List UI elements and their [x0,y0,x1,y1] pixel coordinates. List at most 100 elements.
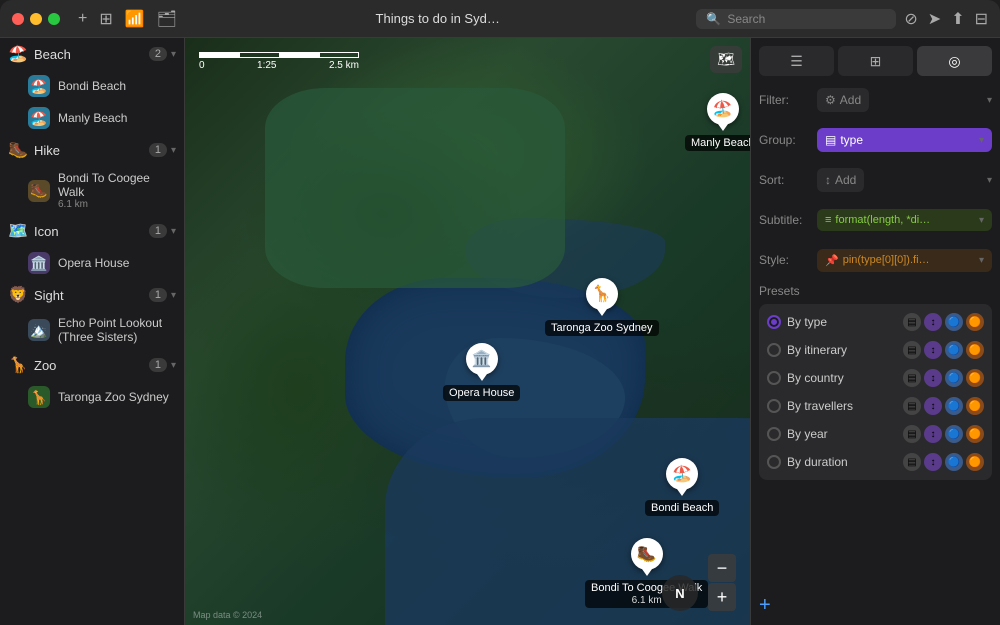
preset-trav-3: 🔵 [945,397,963,415]
map-view-toggle[interactable]: 🗺 [710,46,742,73]
minimize-button[interactable] [30,13,42,25]
maximize-button[interactable] [48,13,60,25]
preset-icon-4: 🟠 [966,313,984,331]
preset-radio-travellers [767,399,781,413]
group-row: Group: ▤ type ▾ [759,124,992,156]
right-panel: ☰ ⊞ ◎ Filter: ⚙ Add ▾ Group: [750,38,1000,625]
send-icon[interactable]: ➤ [928,9,941,29]
sidebar-group-sight[interactable]: 🦁 Sight 1 ▾ [0,279,184,311]
preset-by-travellers[interactable]: By travellers ▤ ↕ 🔵 🟠 [763,392,988,420]
preset-by-type[interactable]: By type ▤ ↕ 🔵 🟠 [763,308,988,336]
taronga-pin-bubble: 🦒 [586,278,618,310]
preset-type-label: By type [787,315,897,329]
group-control[interactable]: ▤ type ▾ [817,128,992,152]
preset-yr-4: 🟠 [966,425,984,443]
bondi-beach-pin[interactable]: 🏖️ Bondi Beach [645,458,719,516]
table-tab-icon: ⊞ [870,53,882,70]
preset-year-label: By year [787,427,897,441]
compass[interactable]: N [662,575,698,611]
filter-label: Filter: [759,93,817,107]
sidebar-item-bondi-coogee[interactable]: 🥾 Bondi To Coogee Walk 6.1 km [0,166,184,215]
panel-content: Filter: ⚙ Add ▾ Group: ▤ type ▾ Sort: [751,76,1000,586]
sidebar-item-opera-house[interactable]: 🏛️ Opera House [0,247,184,279]
manly-beach-pin-bubble: 🏖️ [707,93,739,125]
preset-yr-1: ▤ [903,425,921,443]
style-chevron-icon: ▾ [979,255,984,266]
map-area[interactable]: 0 1:25 2.5 km 🗺 🏖️ Manly Beach 🦒 Taronga… [185,38,750,625]
block-icon[interactable]: ⊘ [904,9,917,29]
hike-group-icon: 🥾 [8,140,28,160]
filter-add-button[interactable]: ⚙ Add [817,88,869,112]
group-control-icon: ▤ [825,133,836,147]
bondi-beach-label: Bondi Beach [58,79,126,93]
style-value: pin(type[0][0]).fi… [843,254,930,266]
tabs-icon[interactable]: ⊞ [99,9,112,29]
preset-yr-3: 🔵 [945,425,963,443]
beach-chevron-icon: ▾ [171,49,176,60]
sight-chevron-icon: ▾ [171,290,176,301]
sidebar-item-bondi-beach[interactable]: 🏖️ Bondi Beach [0,70,184,102]
panel-tab-settings[interactable]: ◎ [917,46,992,76]
preset-itinerary-label: By itinerary [787,343,897,357]
preset-radio-year [767,427,781,441]
preset-iter-3: 🔵 [945,341,963,359]
add-preset-button[interactable]: + [751,586,1000,625]
icon-chevron-icon: ▾ [171,226,176,237]
preset-trav-2: ↕ [924,397,942,415]
style-control[interactable]: 📌 pin(type[0][0]).fi… ▾ [817,249,992,272]
preset-icon-1: ▤ [903,313,921,331]
manly-beach-pin-label: Manly Beach [685,135,750,151]
zoom-in-button[interactable]: + [708,583,736,611]
panel-tab-list[interactable]: ☰ [759,46,834,76]
icon-group-icon: 🗺️ [8,221,28,241]
sidebar-group-hike[interactable]: 🥾 Hike 1 ▾ [0,134,184,166]
preset-dur-4: 🟠 [966,453,984,471]
sidebar-item-manly-beach[interactable]: 🏖️ Manly Beach [0,102,184,134]
zoom-out-button[interactable]: − [708,554,736,582]
style-icon: 📌 [825,254,839,267]
beach-group-label: Beach [34,47,149,62]
close-button[interactable] [12,13,24,25]
sidebar-item-echo-point[interactable]: 🏔️ Echo Point Lookout (Three Sisters) [0,311,184,349]
subtitle-icon: ≡ [825,214,831,226]
preset-radio-country [767,371,781,385]
browser-icon[interactable]: 🗂 [157,9,177,29]
preset-trav-1: ▤ [903,397,921,415]
preset-travellers-label: By travellers [787,399,897,413]
sidebar-group-zoo[interactable]: 🦒 Zoo 1 ▾ [0,349,184,381]
add-icon[interactable]: + [78,10,87,28]
sidebar-toggle-icon[interactable]: ⊟ [975,9,988,29]
preset-radio-duration [767,455,781,469]
hike-group-label: Hike [34,143,149,158]
sort-chevron-icon: ▾ [987,175,992,186]
map-toggle-icon: 🗺 [717,51,735,67]
opera-house-pin[interactable]: 🏛️ Opera House [443,343,520,401]
sidebar-group-beach[interactable]: 🏖️ Beach 2 ▾ [0,38,184,70]
main-layout: 🏖️ Beach 2 ▾ 🏖️ Bondi Beach 🏖️ Manly Bea… [0,38,1000,625]
sidebar-group-icon[interactable]: 🗺️ Icon 1 ▾ [0,215,184,247]
preset-by-country[interactable]: By country ▤ ↕ 🔵 🟠 [763,364,988,392]
subtitle-control[interactable]: ≡ format(length, *di… ▾ [817,209,992,231]
panel-tab-table[interactable]: ⊞ [838,46,913,76]
wifi-icon[interactable]: 📶 [125,9,145,29]
zoo-group-count: 1 [149,358,167,372]
taronga-pin[interactable]: 🦒 Taronga Zoo Sydney [545,278,659,336]
preset-icon-2: ↕ [924,313,942,331]
sidebar-item-taronga[interactable]: 🦒 Taronga Zoo Sydney [0,381,184,413]
preset-cntry-4: 🟠 [966,369,984,387]
preset-by-itinerary[interactable]: By itinerary ▤ ↕ 🔵 🟠 [763,336,988,364]
preset-dur-1: ▤ [903,453,921,471]
preset-type-icons: ▤ ↕ 🔵 🟠 [903,313,984,331]
share-icon[interactable]: ⬆ [951,9,964,29]
land-north [265,88,565,288]
manly-beach-pin[interactable]: 🏖️ Manly Beach [685,93,750,151]
taronga-pin-label: Taronga Zoo Sydney [545,320,659,336]
search-bar[interactable]: 🔍 Search [696,9,896,29]
sort-add-button[interactable]: ↕ Add [817,168,864,192]
echo-point-label: Echo Point Lookout (Three Sisters) [58,316,176,344]
opera-house-pin-label: Opera House [443,385,520,401]
preset-by-duration[interactable]: By duration ▤ ↕ 🔵 🟠 [763,448,988,476]
preset-by-year[interactable]: By year ▤ ↕ 🔵 🟠 [763,420,988,448]
group-value: type [840,133,863,147]
filter-icon: ⚙ [825,93,836,107]
